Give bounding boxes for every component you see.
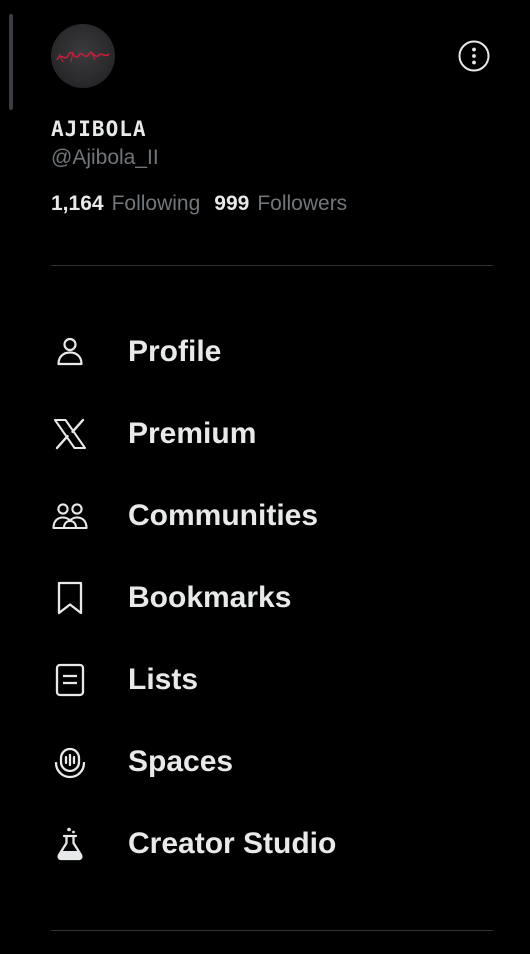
menu-label-spaces: Spaces (128, 745, 234, 778)
display-name[interactable]: AJIBOLA (51, 117, 147, 141)
following-link[interactable]: 1,164 Following (51, 192, 200, 216)
menu-label-premium: Premium (128, 417, 257, 450)
following-count: 1,164 (51, 192, 104, 215)
more-options-icon (458, 40, 490, 72)
scrollbar[interactable] (9, 14, 13, 110)
menu-item-spaces[interactable]: Spaces (0, 721, 530, 803)
menu-item-communities[interactable]: Communities (0, 475, 530, 557)
user-handle[interactable]: @Ajibola_II (51, 146, 159, 170)
more-options-button[interactable] (456, 38, 492, 74)
followers-label: Followers (257, 192, 348, 215)
communities-icon (51, 497, 89, 535)
menu-item-creator-studio[interactable]: Creator Studio (0, 803, 530, 885)
menu-item-bookmarks[interactable]: Bookmarks (0, 557, 530, 639)
divider-top (51, 265, 493, 266)
menu-item-lists[interactable]: Lists (0, 639, 530, 721)
list-icon (51, 661, 89, 699)
flask-icon (51, 825, 89, 863)
navigation-menu: Profile Premium Communities Bookmarks Li… (0, 311, 530, 885)
avatar[interactable] (51, 24, 115, 88)
menu-label-communities: Communities (128, 499, 319, 532)
menu-label-profile: Profile (128, 335, 222, 368)
follow-stats: 1,164 Following 999 Followers (51, 192, 347, 216)
menu-item-profile[interactable]: Profile (0, 311, 530, 393)
menu-item-premium[interactable]: Premium (0, 393, 530, 475)
following-label: Following (111, 192, 201, 215)
menu-label-lists: Lists (128, 663, 199, 696)
followers-link[interactable]: 999 Followers (214, 192, 347, 216)
divider-bottom (51, 930, 493, 931)
person-icon (51, 333, 89, 371)
avatar-logo-image (56, 50, 110, 63)
menu-label-bookmarks: Bookmarks (128, 581, 292, 614)
microphone-icon (51, 743, 89, 781)
followers-count: 999 (214, 192, 250, 215)
x-logo-icon (51, 415, 89, 453)
menu-label-creator-studio: Creator Studio (128, 827, 337, 860)
bookmark-icon (51, 579, 89, 617)
